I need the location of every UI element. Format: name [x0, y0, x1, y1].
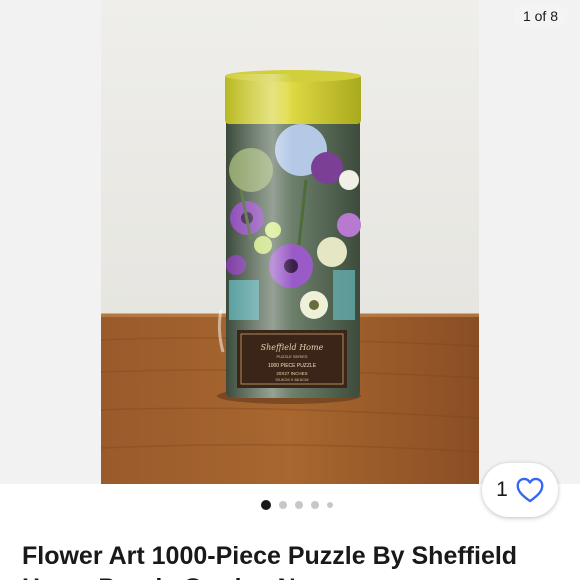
puzzle-size-metric-text: 50.8CM X 68.6CM: [276, 377, 309, 382]
watch-count: 1: [496, 478, 508, 501]
puzzle-brand-sub-text: PUZZLE SERIES: [276, 354, 307, 359]
puzzle-pieces-text: 1000 PIECE PUZZLE: [268, 363, 317, 369]
heart-icon: [516, 477, 544, 503]
image-counter: 1 of 8: [512, 5, 568, 27]
puzzle-size-text: 20X27 INCHES: [276, 371, 307, 376]
puzzle-brand-text: Sheffield Home: [261, 343, 324, 352]
image-gallery[interactable]: Sheffield Home PUZZLE SERIES 1000 PIECE …: [0, 0, 580, 484]
product-photo[interactable]: Sheffield Home PUZZLE SERIES 1000 PIECE …: [101, 0, 479, 484]
pagination-dot-1[interactable]: [261, 500, 271, 510]
listing-title: Flower Art 1000-Piece Puzzle By Sheffiel…: [22, 542, 518, 580]
pagination-dot-3[interactable]: [295, 501, 303, 509]
watch-button[interactable]: 1: [482, 463, 558, 517]
pagination-dot-4[interactable]: [311, 501, 319, 509]
pagination-dot-2[interactable]: [279, 501, 287, 509]
pagination-dot-5[interactable]: [327, 502, 333, 508]
